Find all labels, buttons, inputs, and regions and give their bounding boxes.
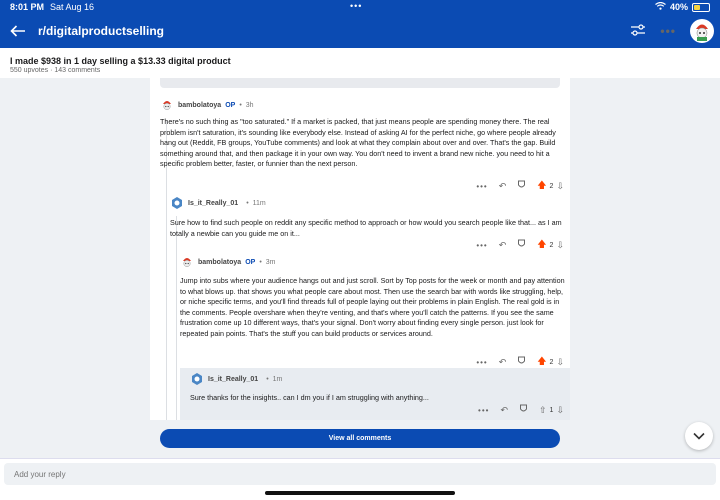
comment-author[interactable]: Is_it_Really_01 bbox=[208, 376, 258, 383]
wifi-icon bbox=[655, 1, 666, 12]
post-header: I made $938 in 1 day selling a $13.33 di… bbox=[0, 48, 720, 78]
app-bar: r/digitalproductselling ••• bbox=[0, 14, 720, 48]
op-badge: OP bbox=[225, 101, 236, 109]
vote-count: 2 bbox=[549, 182, 554, 190]
upvote-icon[interactable]: 🡅 bbox=[537, 178, 546, 194]
comment-header: Is_it_Really_01 • 1m bbox=[190, 372, 565, 386]
avatar[interactable] bbox=[170, 196, 184, 210]
vote-control: 🡅 2 ⇩ bbox=[537, 237, 564, 253]
award-icon[interactable] bbox=[517, 180, 526, 192]
comment-age: 3h bbox=[245, 101, 254, 109]
battery-icon bbox=[692, 2, 710, 12]
more-icon[interactable]: ••• bbox=[476, 358, 487, 367]
post-title[interactable]: I made $938 in 1 day selling a $13.33 di… bbox=[10, 56, 710, 66]
comments-card: bambolatoya OP • 3h There's no such thin… bbox=[150, 78, 570, 420]
award-icon[interactable] bbox=[517, 356, 526, 368]
downvote-icon[interactable]: ⇩ bbox=[556, 357, 564, 368]
avatar[interactable] bbox=[160, 98, 174, 112]
vote-control: ⇧ 1 ⇩ bbox=[539, 405, 564, 416]
comment-separator: • bbox=[246, 199, 249, 207]
thread-line bbox=[176, 216, 177, 420]
comment: Is_it_Really_01 • 11m Sure how to find s… bbox=[170, 196, 565, 239]
view-all-comments-button[interactable]: View all comments bbox=[160, 429, 560, 448]
downvote-icon[interactable]: ⇩ bbox=[556, 240, 564, 251]
comment-body: Jump into subs where your audience hangs… bbox=[180, 276, 565, 338]
more-icon[interactable]: ••• bbox=[476, 241, 487, 250]
reply-input[interactable] bbox=[4, 463, 716, 485]
reply-icon[interactable]: ↶ bbox=[500, 405, 508, 416]
comment-author[interactable]: Is_it_Really_01 bbox=[188, 200, 238, 207]
comment: bambolatoya OP • 3h There's no such thin… bbox=[160, 98, 565, 170]
comment-separator: • bbox=[239, 101, 242, 109]
upvote-icon[interactable]: 🡅 bbox=[537, 237, 546, 253]
status-date: Sat Aug 16 bbox=[50, 2, 95, 12]
comment-actions: ••• ↶ 🡅 2 ⇩ bbox=[476, 178, 564, 194]
comment-actions: ••• ↶ 🡅 2 ⇩ bbox=[476, 237, 564, 253]
award-icon[interactable] bbox=[517, 239, 526, 251]
comment-body: Sure how to find such people on reddit a… bbox=[170, 218, 562, 238]
reply-icon[interactable]: ↶ bbox=[499, 240, 507, 251]
vote-count: 2 bbox=[549, 358, 554, 366]
comment-actions: ••• ↶ ⇧ 1 ⇩ bbox=[478, 404, 564, 416]
more-icon[interactable]: ••• bbox=[478, 406, 489, 415]
user-avatar[interactable] bbox=[690, 19, 714, 43]
avatar[interactable] bbox=[180, 255, 194, 269]
multitask-dots-icon[interactable]: ••• bbox=[350, 1, 362, 11]
battery-percent: 40% bbox=[669, 2, 688, 12]
comment-age: 11m bbox=[252, 199, 266, 207]
avatar[interactable] bbox=[190, 372, 204, 386]
vote-count: 2 bbox=[549, 241, 554, 249]
comment-author[interactable]: bambolatoya bbox=[178, 102, 221, 109]
scroll-down-button[interactable] bbox=[685, 422, 713, 450]
comment-separator: • bbox=[259, 258, 262, 266]
home-indicator[interactable] bbox=[265, 491, 455, 495]
comment-header: bambolatoya OP • 3h bbox=[160, 98, 565, 112]
chevron-down-icon bbox=[693, 427, 705, 445]
post-meta: 550 upvotes · 143 comments bbox=[10, 67, 101, 74]
comment: Is_it_Really_01 • 1m Sure thanks for the… bbox=[190, 372, 565, 404]
comment-age: 3m bbox=[265, 258, 276, 266]
comment: bambolatoya OP • 3m Jump into subs where… bbox=[180, 255, 565, 339]
sort-filter-icon[interactable] bbox=[630, 24, 646, 38]
reply-icon[interactable]: ↶ bbox=[499, 181, 507, 192]
comment-author[interactable]: bambolatoya bbox=[198, 259, 241, 266]
more-options-icon[interactable]: ••• bbox=[660, 24, 676, 38]
reply-icon[interactable]: ↶ bbox=[499, 357, 507, 368]
downvote-icon[interactable]: ⇩ bbox=[556, 405, 564, 416]
status-bar: 8:01 PM Sat Aug 16 ••• 40% bbox=[0, 0, 720, 14]
downvote-icon[interactable]: ⇩ bbox=[556, 181, 564, 192]
vote-control: 🡅 2 ⇩ bbox=[537, 178, 564, 194]
comment-header: bambolatoya OP • 3m bbox=[180, 255, 565, 269]
upvote-icon[interactable]: ⇧ bbox=[539, 405, 547, 416]
award-icon[interactable] bbox=[519, 404, 528, 416]
comment-body: There's no such thing as "too saturated.… bbox=[160, 117, 556, 168]
comment-age: 1m bbox=[272, 375, 283, 383]
vote-count: 1 bbox=[549, 406, 554, 414]
status-time: 8:01 PM bbox=[10, 2, 45, 12]
back-arrow-icon[interactable] bbox=[10, 21, 32, 42]
more-icon[interactable]: ••• bbox=[476, 182, 487, 191]
subreddit-name[interactable]: r/digitalproductselling bbox=[38, 24, 164, 38]
comment-body: Sure thanks for the insights.. can I dm … bbox=[190, 393, 429, 402]
comment-header: Is_it_Really_01 • 11m bbox=[170, 196, 565, 210]
more-replies-bar[interactable] bbox=[160, 78, 560, 88]
op-badge: OP bbox=[245, 258, 256, 266]
comment-separator: • bbox=[266, 375, 269, 383]
